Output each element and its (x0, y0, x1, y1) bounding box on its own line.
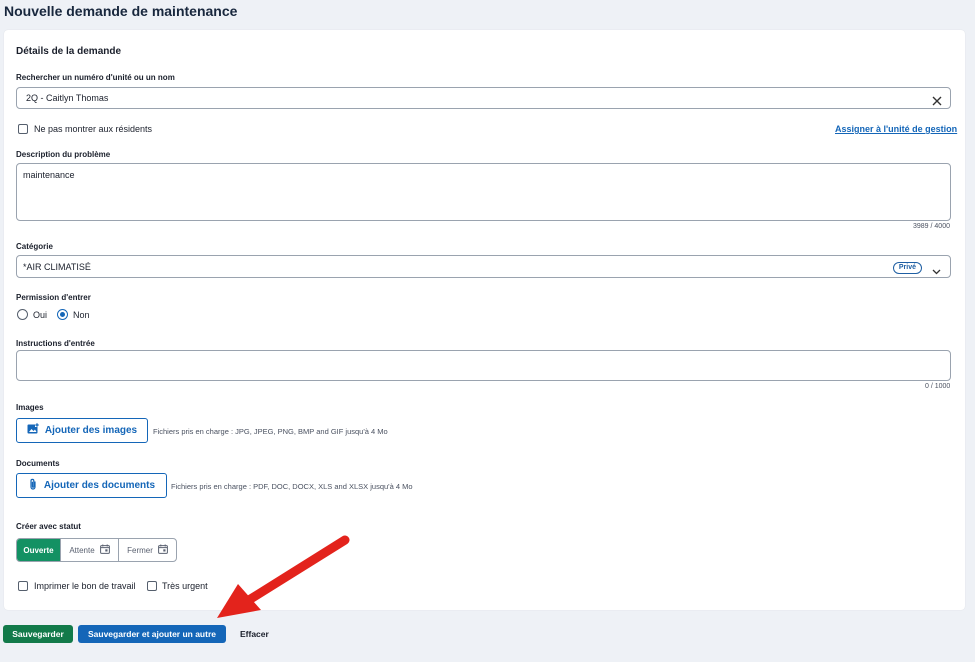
chevron-down-icon[interactable] (932, 263, 941, 281)
entry-instructions-label: Instructions d'entrée (16, 339, 95, 348)
unit-search-value: 2Q - Caitlyn Thomas (26, 93, 109, 103)
description-label: Description du problème (16, 150, 111, 159)
status-closed-option[interactable]: Fermer (119, 539, 176, 561)
save-and-add-another-button[interactable]: Sauvegarder et ajouter un autre (78, 625, 226, 643)
hide-from-residents-checkbox[interactable] (18, 124, 28, 134)
add-documents-button[interactable]: Ajouter des documents (16, 473, 167, 498)
add-images-button-label: Ajouter des images (44, 425, 138, 436)
page-title: Nouvelle demande de maintenance (4, 3, 238, 19)
category-select[interactable]: *AIR CLIMATISÉ Privé (16, 255, 951, 278)
documents-label: Documents (16, 459, 60, 468)
documents-supported-formats-hint: Fichiers pris en charge : PDF, DOC, DOCX… (171, 482, 413, 491)
hide-from-residents-label: Ne pas montrer aux résidents (34, 124, 153, 134)
images-supported-formats-hint: Fichiers pris en charge : JPG, JPEG, PNG… (153, 427, 388, 436)
status-label: Créer avec statut (16, 522, 81, 531)
entry-permission-yes-radio[interactable] (17, 309, 28, 320)
request-details-card: Détails de la demande Rechercher un numé… (4, 30, 965, 610)
print-work-order-checkbox[interactable] (18, 581, 28, 591)
category-label: Catégorie (16, 242, 53, 251)
entry-instructions-char-counter: 0 / 1000 (925, 383, 951, 390)
save-button[interactable]: Sauvegarder (3, 625, 73, 643)
unit-search-label: Rechercher un numéro d'unité ou un nom (16, 73, 175, 82)
clear-button[interactable]: Effacer (240, 629, 269, 639)
description-textarea[interactable]: maintenance (16, 163, 951, 221)
add-image-icon (27, 423, 39, 438)
entry-permission-no-radio[interactable] (57, 309, 68, 320)
entry-instructions-textarea[interactable] (16, 350, 951, 381)
close-icon[interactable] (932, 93, 942, 111)
status-pending-option[interactable]: Attente (61, 539, 119, 561)
entry-permission-yes-label: Oui (33, 310, 48, 320)
annotation-arrow-icon (217, 535, 350, 618)
private-badge: Privé (892, 262, 922, 274)
very-urgent-label: Très urgent (162, 581, 208, 591)
paperclip-icon (28, 478, 38, 494)
assign-to-management-unit-link[interactable]: Assigner à l'unité de gestion (835, 124, 957, 134)
status-pending-label: Attente (69, 545, 95, 555)
status-open-label: Ouverte (23, 545, 54, 555)
status-open-option[interactable]: Ouverte (17, 539, 61, 561)
calendar-icon (157, 544, 168, 556)
print-work-order-label: Imprimer le bon de travail (34, 581, 136, 591)
add-images-button[interactable]: Ajouter des images (16, 418, 148, 443)
description-char-counter: 3989 / 4000 (913, 223, 950, 230)
entry-permission-no-label: Non (73, 310, 90, 320)
section-title: Détails de la demande (16, 46, 122, 57)
add-documents-button-label: Ajouter des documents (43, 480, 156, 491)
status-segmented-control: Ouverte Attente Fermer (16, 538, 177, 562)
entry-permission-label: Permission d'entrer (16, 293, 91, 302)
category-value: *AIR CLIMATISÉ (23, 262, 91, 272)
description-value: maintenance (23, 170, 75, 180)
calendar-icon (99, 544, 110, 556)
very-urgent-checkbox[interactable] (147, 581, 157, 591)
unit-search-input[interactable]: 2Q - Caitlyn Thomas (16, 87, 951, 109)
images-label: Images (16, 403, 44, 412)
status-closed-label: Fermer (127, 545, 153, 555)
